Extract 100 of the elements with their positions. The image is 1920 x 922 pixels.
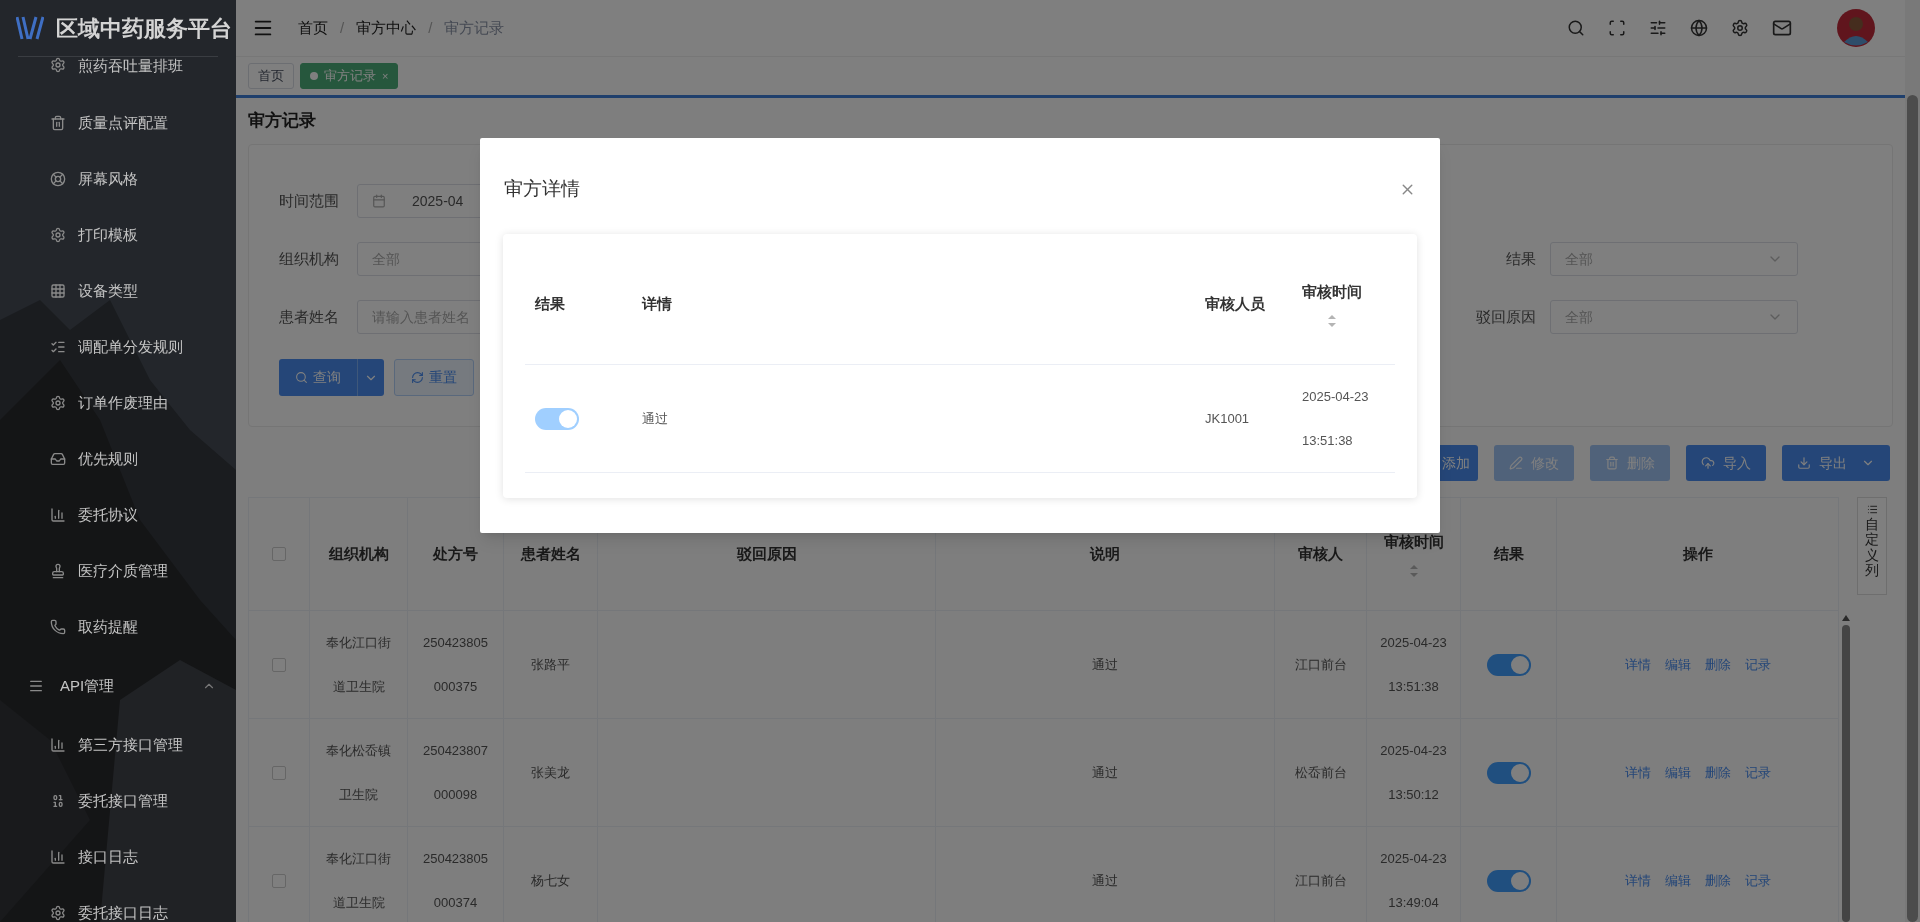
action-link[interactable]: 删除 — [1704, 654, 1731, 675]
action-link[interactable]: 详情 — [1624, 870, 1651, 891]
column-header: 处方号 — [433, 543, 478, 564]
table-cell-text: 2025-04-23 13:51:38 — [1379, 633, 1448, 696]
action-link[interactable]: 记录 — [1744, 870, 1771, 891]
lines-icon — [28, 678, 44, 694]
sidebar-item[interactable]: 调配单分发规则 — [0, 319, 236, 375]
page-tab[interactable]: 审方记录 × — [300, 63, 399, 89]
table-cell-text: 2025-04-23 13:50:12 — [1379, 741, 1448, 804]
stamp-icon — [50, 563, 66, 579]
table-cell-text: JK1001 — [1205, 409, 1250, 428]
sidebar-item[interactable]: 屏幕风格 — [0, 151, 236, 207]
sidebar-item[interactable]: 取药提醒 — [0, 599, 236, 655]
column-header: 驳回原因 — [736, 543, 797, 564]
trash-icon — [1605, 456, 1619, 470]
sidebar-item[interactable]: 打印模板 — [0, 207, 236, 263]
action-link[interactable]: 详情 — [1624, 654, 1651, 675]
refresh-icon — [411, 371, 424, 384]
gear-icon — [50, 57, 66, 73]
action-link[interactable]: 删除 — [1704, 870, 1731, 891]
sort-icon[interactable] — [1328, 315, 1336, 328]
sidebar-item[interactable]: 优先规则 — [0, 431, 236, 487]
list-icon — [1866, 504, 1878, 515]
binary-icon — [50, 793, 66, 809]
sidebar-item[interactable]: 委托接口管理 — [0, 773, 236, 829]
phone-icon — [50, 619, 66, 635]
sidebar-group[interactable]: API管理 — [0, 655, 236, 717]
sidebar-item[interactable]: 订单作废理由 — [0, 375, 236, 431]
column-header: 结果 — [1493, 543, 1524, 564]
toggle-switch[interactable] — [1486, 761, 1531, 784]
search-icon[interactable] — [1567, 19, 1585, 37]
avatar-icon[interactable] — [1837, 9, 1875, 47]
bar-chart-icon — [50, 849, 66, 865]
globe-icon[interactable] — [1690, 19, 1708, 37]
sort-icon[interactable] — [1409, 565, 1418, 578]
inbox-icon — [50, 451, 66, 467]
action-link[interactable]: 编辑 — [1664, 870, 1691, 891]
filter-label: 结果 — [1506, 248, 1536, 269]
sidebar-item[interactable]: 质量点评配置 — [0, 95, 236, 151]
sidebar-item[interactable]: 委托协议 — [0, 487, 236, 543]
search-button[interactable]: 查询 — [279, 359, 384, 396]
table-cell-text: 250423805000375 — [422, 633, 489, 696]
action-link[interactable]: 记录 — [1744, 654, 1771, 675]
action-link[interactable]: 详情 — [1624, 762, 1651, 783]
sidebar-item[interactable]: 设备类型 — [0, 263, 236, 319]
sidebar-item[interactable]: 医疗介质管理 — [0, 543, 236, 599]
sidebar-item[interactable]: 第三方接口管理 — [0, 717, 236, 773]
logo-icon — [16, 15, 44, 41]
checkbox[interactable] — [272, 547, 286, 561]
breadcrumb-separator: / — [428, 17, 433, 38]
lifebuoy-icon — [50, 171, 66, 187]
gear-icon — [50, 227, 66, 243]
fullscreen-icon[interactable] — [1608, 19, 1626, 37]
column-header: 审核人 — [1298, 543, 1343, 564]
page-tab[interactable]: 首页 — [248, 63, 294, 89]
sliders-icon[interactable] — [1649, 19, 1667, 37]
table-cell-text: 奉化江口街道卫生院 — [325, 849, 392, 912]
action-link[interactable]: 编辑 — [1664, 654, 1691, 675]
gear-icon — [50, 395, 66, 411]
table-cell-text: 江口前台 — [1294, 871, 1347, 890]
pen-icon — [1509, 456, 1523, 470]
toggle-switch[interactable] — [1486, 653, 1531, 676]
table-cell-text: 江口前台 — [1294, 655, 1347, 674]
breadcrumb-link[interactable]: 审方记录 — [444, 16, 505, 40]
column-header: 组织机构 — [328, 543, 389, 564]
gear-icon — [50, 905, 66, 921]
trash-icon — [50, 115, 66, 131]
table-cell-text: 张路平 — [531, 655, 570, 674]
checkbox[interactable] — [272, 765, 286, 780]
mail-icon[interactable] — [1772, 18, 1792, 38]
action-link[interactable]: 编辑 — [1664, 762, 1691, 783]
sidebar-item[interactable]: 委托接口日志 — [0, 885, 236, 922]
table-cell-text: 杨七女 — [531, 871, 570, 890]
sidebar-item[interactable]: 接口日志 — [0, 829, 236, 885]
scrollbar-thumb[interactable] — [1842, 625, 1850, 922]
toggle-switch[interactable] — [1486, 869, 1531, 892]
checkbox[interactable] — [272, 873, 286, 888]
scroll-up-icon[interactable] — [1842, 615, 1850, 621]
breadcrumb-link[interactable]: 审方中心 — [356, 16, 417, 40]
toolbar-button[interactable]: 导入 — [1686, 445, 1766, 481]
column-header: 详情 — [642, 293, 672, 314]
sidebar-item[interactable]: 煎药吞吐量排班 — [0, 57, 236, 95]
custom-columns-tab[interactable]: 自定义列 — [1857, 497, 1887, 595]
table-cell-text: 松岙前台 — [1294, 763, 1347, 782]
search-icon — [295, 371, 308, 384]
breadcrumb-separator: / — [340, 17, 345, 38]
toolbar-button[interactable]: 导出 — [1782, 445, 1890, 481]
scrollbar-thumb[interactable] — [1907, 95, 1918, 922]
table-cell-text: 250423805000374 — [422, 849, 489, 912]
breadcrumb-link[interactable]: 首页 — [298, 16, 328, 40]
filter-label: 时间范围 — [279, 190, 340, 211]
reset-button[interactable]: 重置 — [394, 359, 474, 396]
calendar-icon — [372, 194, 386, 208]
settings-icon[interactable] — [1731, 19, 1749, 37]
action-link[interactable]: 删除 — [1704, 762, 1731, 783]
checkbox[interactable] — [272, 657, 286, 672]
column-header: 说明 — [1090, 543, 1120, 564]
cloud-upload-icon — [1701, 456, 1715, 470]
tab-close[interactable]: × — [382, 67, 389, 85]
action-link[interactable]: 记录 — [1744, 762, 1771, 783]
